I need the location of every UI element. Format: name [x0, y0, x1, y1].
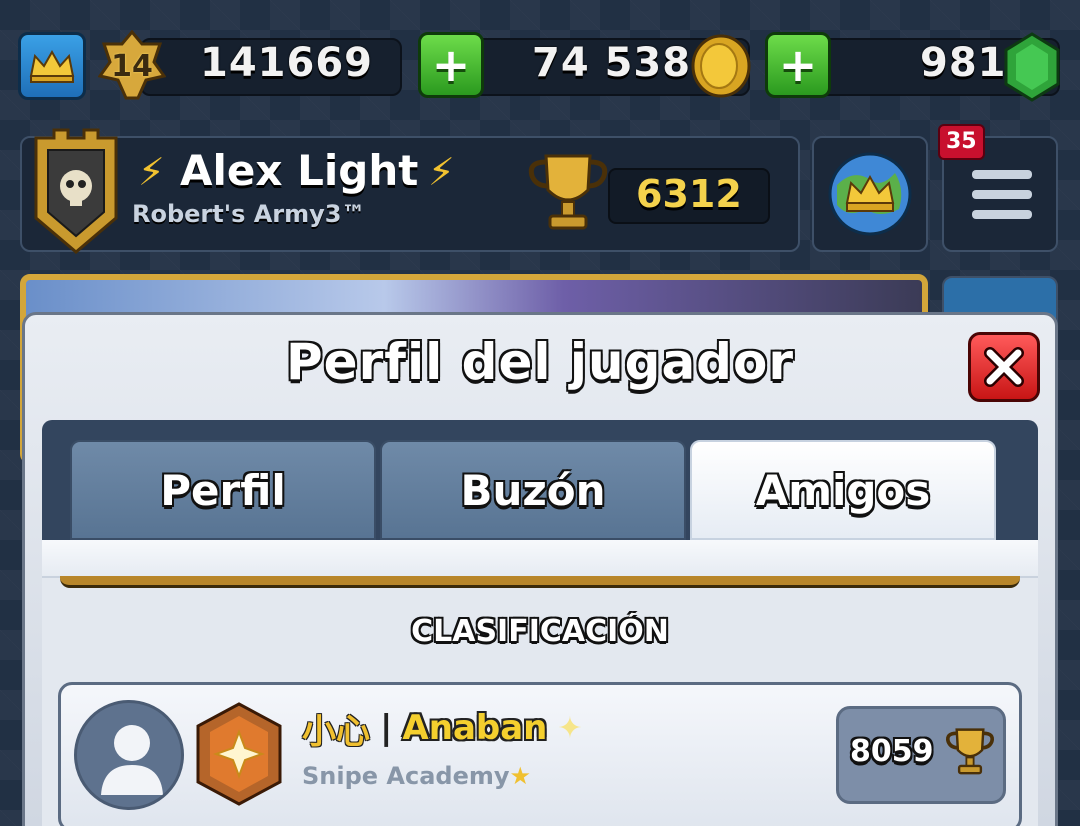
star-icon: ★ — [509, 762, 532, 790]
tab-label: Amigos — [755, 465, 931, 515]
crown-icon — [29, 49, 75, 83]
player-name: Alex Light — [180, 146, 419, 195]
section-title-label: CLASIFICACIÓN — [411, 614, 669, 649]
gem-icon — [1004, 32, 1060, 102]
menu-line — [972, 210, 1032, 219]
tab-buzon[interactable]: Buzón — [380, 440, 686, 540]
tab-label: Perfil — [160, 465, 286, 515]
king-tower-button[interactable] — [18, 32, 86, 100]
friend-name-prefix: 小心 — [302, 711, 370, 752]
experience-value: 141669 — [200, 40, 373, 86]
notification-badge: 35 — [938, 124, 985, 160]
friend-clan: Snipe Academy★ — [302, 762, 531, 790]
arena-badge-icon — [196, 702, 282, 806]
section-title: CLASIFICACIÓN — [0, 614, 1080, 649]
close-button[interactable] — [968, 332, 1040, 402]
clan-badge-icon — [34, 128, 118, 254]
lightning-icon: ⚡ — [138, 150, 165, 194]
tab-amigos[interactable]: Amigos — [690, 440, 996, 540]
globe-crown-icon — [828, 152, 912, 236]
add-gold-button[interactable]: + — [418, 32, 484, 98]
friend-name-row: 小心 | Anaban ✦ — [302, 704, 583, 752]
tab-content-header — [42, 540, 1038, 578]
menu-line — [972, 170, 1032, 179]
world-button[interactable] — [812, 136, 928, 252]
level-badge[interactable]: 14 — [98, 30, 166, 102]
modal-title: Perfil del jugador — [286, 333, 794, 391]
close-icon — [984, 347, 1024, 387]
menu-line — [972, 190, 1032, 199]
resource-bar: 14 141669 + 74 538 + 981 — [0, 0, 1080, 120]
avatar[interactable] — [74, 700, 184, 810]
player-trophies: 6312 — [636, 172, 742, 216]
friend-name-separator: | — [380, 708, 393, 748]
gold-coin-icon — [691, 34, 751, 98]
gold-value: 74 538 — [532, 40, 692, 86]
friend-name: Anaban — [402, 708, 548, 748]
friend-trophies: 8059 — [850, 734, 934, 769]
level-value: 14 — [111, 48, 153, 84]
add-gems-button[interactable]: + — [765, 32, 831, 98]
tab-label: Buzón — [460, 465, 606, 515]
gem-value: 981 — [920, 40, 1007, 86]
trophy-icon — [528, 154, 608, 230]
tab-perfil[interactable]: Perfil — [70, 440, 376, 540]
lightning-icon: ⚡ — [428, 150, 455, 194]
trophy-icon — [946, 728, 994, 775]
player-clan-name: Robert's Army3™ — [132, 200, 366, 228]
friend-clan-name: Snipe Academy — [302, 762, 510, 790]
gold-divider — [60, 576, 1020, 588]
sparkle-icon: ✦ — [557, 710, 583, 746]
